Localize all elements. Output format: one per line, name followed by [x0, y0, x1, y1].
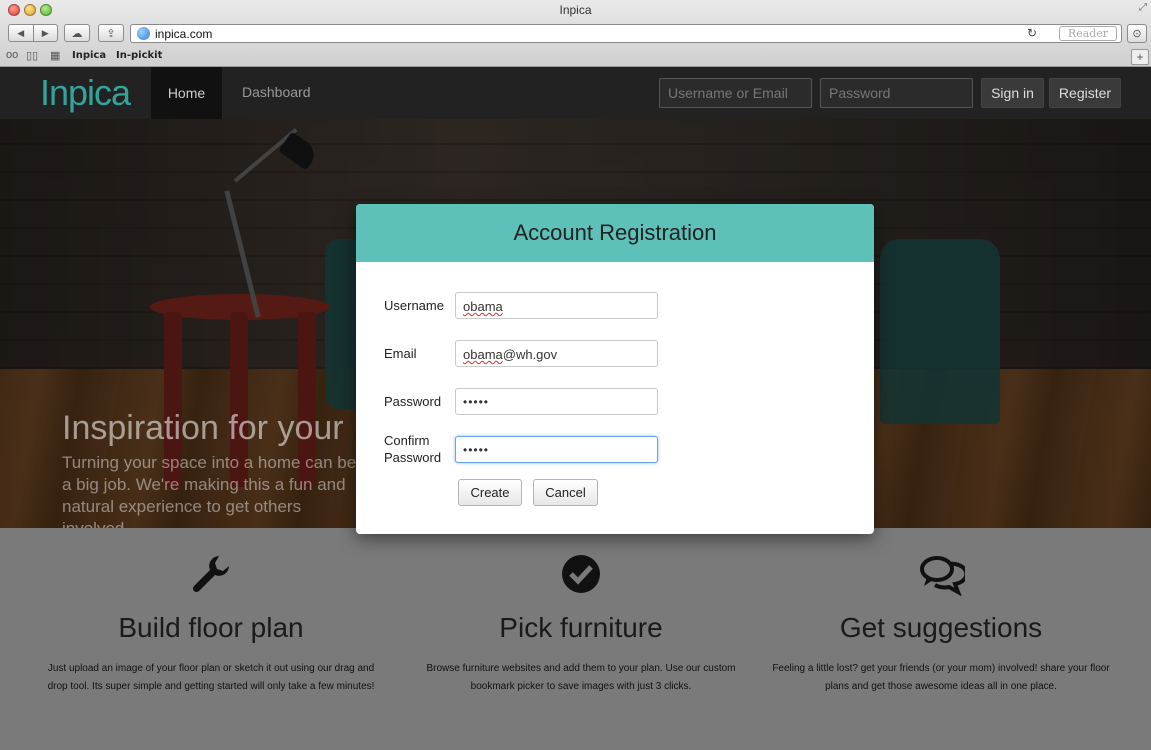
email-input[interactable]: obama@wh.gov — [455, 340, 658, 367]
nav-dashboard-link[interactable]: Dashboard — [242, 84, 311, 100]
feature-text: Feeling a little lost? get your friends … — [772, 663, 1110, 692]
username-label: Username — [384, 298, 444, 313]
login-username-input[interactable]: Username or Email — [659, 78, 812, 108]
comments-icon — [751, 552, 1131, 597]
bookmark-in-pickit[interactable]: In-pickit — [116, 50, 162, 61]
reading-list-icon[interactable]: oo — [6, 49, 18, 61]
fullscreen-icon[interactable]: ⤢ — [1139, 2, 1147, 13]
password-input[interactable]: ••••• — [455, 388, 658, 415]
downloads-button[interactable]: ⊙ — [1127, 24, 1147, 43]
bookmark-inpica[interactable]: Inpica — [72, 50, 106, 61]
modal-title: Account Registration — [513, 220, 717, 245]
cancel-button[interactable]: Cancel — [533, 479, 598, 506]
wrench-icon — [21, 552, 401, 596]
feature-title: Pick furniture — [499, 612, 663, 643]
registration-modal: Account Registration Username obama Emai… — [356, 204, 874, 534]
top-sites-icon[interactable]: ▦ — [50, 49, 60, 62]
features-section: Build floor plan Just upload an image of… — [0, 528, 1151, 750]
history-nav: ◀ ▶ — [8, 24, 58, 42]
feature-build-floor-plan: Build floor plan Just upload an image of… — [21, 528, 401, 696]
feature-text: Just upload an image of your floor plan … — [47, 663, 375, 692]
reader-button[interactable]: Reader — [1059, 26, 1117, 41]
bookmarks-icon[interactable]: ▯▯ — [26, 49, 38, 62]
forward-button[interactable]: ▶ — [32, 25, 58, 41]
back-button[interactable]: ◀ — [9, 25, 33, 41]
window-title: Inpica — [559, 3, 592, 17]
nav-home-link[interactable]: Home — [151, 67, 222, 119]
new-tab-button[interactable]: + — [1131, 49, 1149, 65]
username-input[interactable]: obama — [455, 292, 658, 319]
browser-titlebar: Inpica ⤢ ◀ ▶ ☁ ⇪ inpica.com ↻ Reader ⊙ o… — [0, 0, 1151, 67]
brand-logo[interactable]: Inpica — [40, 72, 131, 114]
confirm-password-label: Confirm Password — [384, 433, 442, 465]
email-label: Email — [384, 346, 417, 361]
icloud-tabs-button[interactable]: ☁ — [64, 24, 90, 42]
url-text: inpica.com — [155, 27, 213, 41]
password-label: Password — [384, 394, 442, 409]
feature-title: Get suggestions — [839, 612, 1043, 643]
login-password-input[interactable]: Password — [820, 78, 973, 108]
feature-text: Browse furniture websites and add them t… — [426, 663, 736, 692]
feature-title: Build floor plan — [118, 612, 304, 643]
site-navbar: Inpica Home Dashboard Username or Email … — [0, 67, 1151, 119]
signin-button[interactable]: Sign in — [981, 78, 1044, 108]
reload-icon[interactable]: ↻ — [1027, 26, 1037, 40]
globe-icon — [137, 27, 150, 40]
confirm-password-input[interactable]: ••••• — [455, 436, 658, 463]
create-button[interactable]: Create — [458, 479, 522, 506]
check-circle-icon — [391, 552, 771, 596]
hero-title: Inspiration for your — [62, 409, 344, 447]
register-button[interactable]: Register — [1049, 78, 1121, 108]
modal-header: Account Registration — [356, 204, 874, 262]
bookmarks-bar: oo ▯▯ ▦ Inpica In-pickit + — [0, 48, 1151, 66]
hero-text: Turning your space into a home can be a … — [62, 453, 357, 528]
share-button[interactable]: ⇪ — [98, 24, 124, 42]
address-bar[interactable]: inpica.com ↻ Reader — [130, 24, 1122, 43]
feature-get-suggestions: Get suggestions Feeling a little lost? g… — [751, 528, 1131, 696]
feature-pick-furniture: Pick furniture Browse furniture websites… — [391, 528, 771, 696]
